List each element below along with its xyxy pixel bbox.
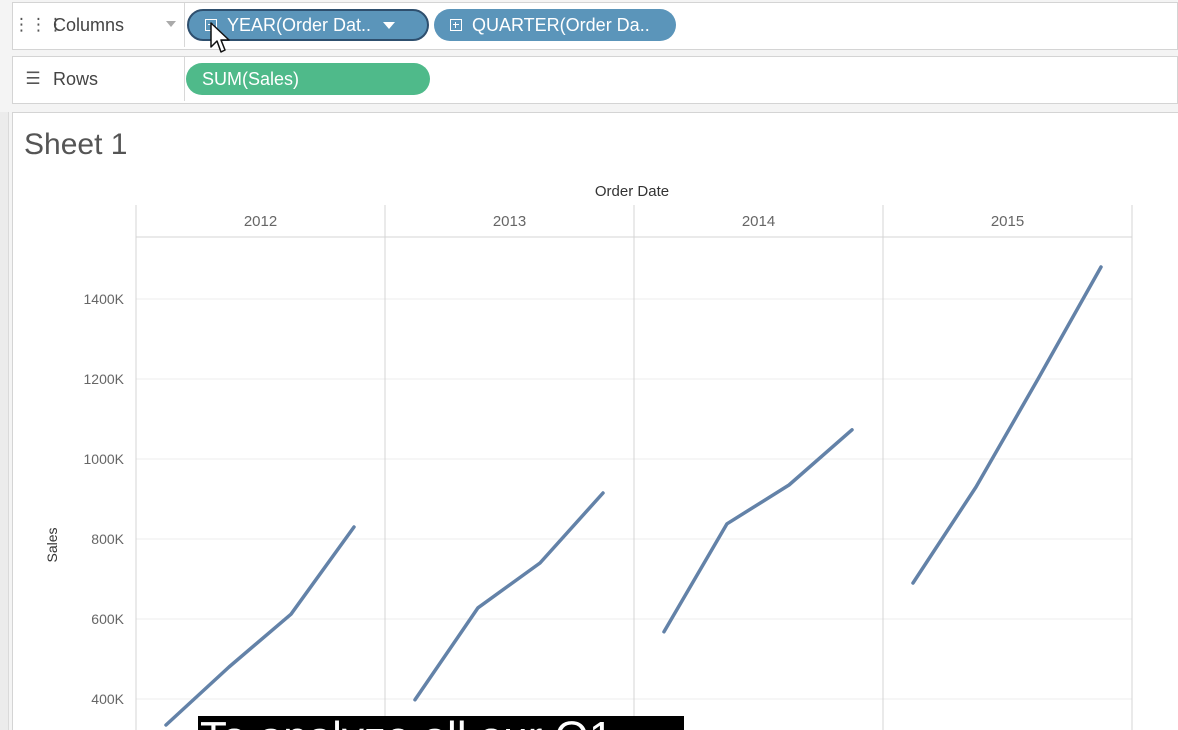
panel-header-2013: 2013 <box>493 213 526 230</box>
y-tick-label: 600K <box>91 611 124 627</box>
y-tick-label: 400K <box>91 691 124 707</box>
y-axis-title: Sales <box>44 527 60 562</box>
sales-line-2014 <box>662 428 854 634</box>
y-tick-label: 1000K <box>84 451 125 467</box>
mouse-pointer-icon <box>210 22 230 53</box>
sales-line-2012 <box>164 525 356 727</box>
sales-line-2013 <box>413 491 605 702</box>
y-tick-label: 800K <box>91 531 124 547</box>
x-axis-title: Order Date <box>595 183 669 200</box>
panel-header-2014: 2014 <box>742 213 775 230</box>
panel-header-2012: 2012 <box>244 213 277 230</box>
caption-text: To analyze all our Q1 <box>200 716 613 730</box>
sales-line-2015 <box>911 265 1103 585</box>
y-tick-label: 1200K <box>84 371 125 387</box>
video-caption: To analyze all our Q1 <box>198 716 684 730</box>
y-tick-label: 1400K <box>84 291 125 307</box>
panel-header-2015: 2015 <box>991 213 1024 230</box>
sales-line-chart: 400K 600K 800K 1000K 1200K 1400K Order Date Sal… <box>44 183 1133 730</box>
